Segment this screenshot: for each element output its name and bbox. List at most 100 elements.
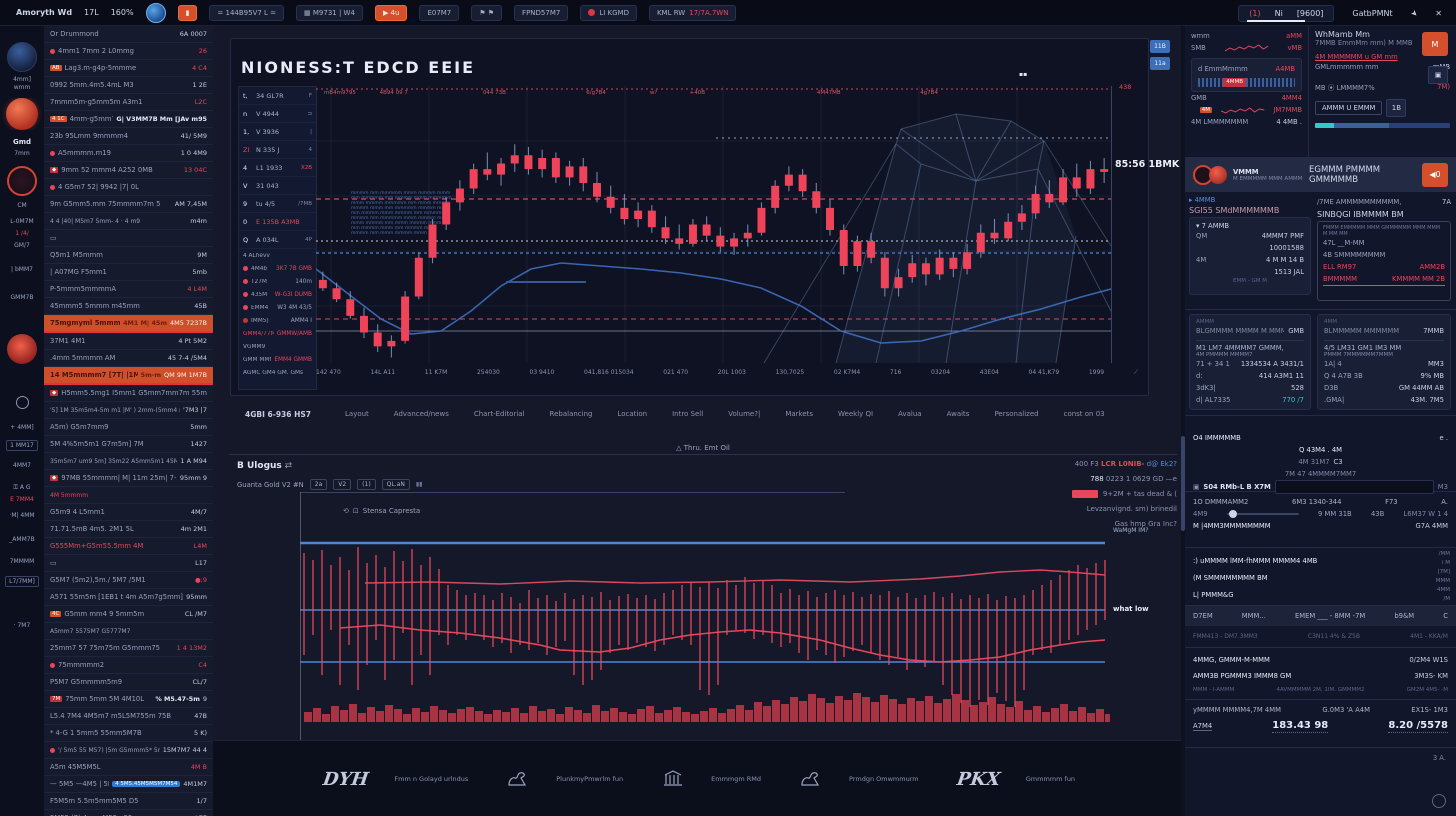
tab-10[interactable]: Awaits [947, 410, 970, 418]
expand-button[interactable]: 1B [1386, 99, 1406, 117]
watchlist-row[interactable]: 14 M5mmmm7 [7T| |1M2|5m-mQM 9M 1M7B [44, 367, 213, 385]
x-axis-label-14[interactable]: 1999 [1089, 369, 1104, 377]
rail-item-13[interactable] [0, 334, 44, 364]
candle-body[interactable] [429, 225, 437, 258]
candle-body[interactable] [936, 258, 944, 275]
candle-body[interactable] [949, 258, 957, 269]
watchlist-row[interactable]: ▭ [44, 230, 213, 247]
topbar-button-6[interactable]: FPND57M7 [514, 5, 568, 21]
watchlist-row[interactable]: 71.71.5mB 4m5. 2M1 5L4m 2M1 [44, 521, 213, 538]
watchlist-row[interactable]: 45mmm5 5mmm m45mm45B [44, 298, 213, 315]
candle-body[interactable] [908, 263, 916, 277]
watchlist-row[interactable]: ◆9mm 52 mmm4 A252 0MB13 04C [44, 162, 213, 179]
watchlist-row[interactable]: 4 1C4mm-g5mm7mm /7|G| V3MM7B Mm [JAv m95 [44, 111, 213, 128]
candle-body[interactable] [1032, 194, 1040, 213]
candle-body[interactable] [566, 166, 574, 177]
watchlist-row[interactable]: Or Drummond6A 0007 [44, 26, 213, 43]
topbar-button-1[interactable]: = 144B95V7 L = [209, 5, 284, 21]
chart-tool-row-5[interactable]: V31 043 [239, 177, 316, 195]
striped-progress-bar[interactable]: 4MMB [1198, 78, 1295, 87]
watchlist-row[interactable]: 37M1 4M14 Pt 5M2 [44, 333, 213, 350]
candle-body[interactable] [840, 230, 848, 266]
candle-body[interactable] [922, 263, 930, 274]
candle-body[interactable] [1004, 222, 1012, 239]
watchlist-row[interactable]: ◆97MB 55mmmm| M| 11m 25m| 7-5M95mm 9 [44, 470, 213, 487]
tab-9[interactable]: Avalua [898, 410, 921, 418]
watchlist-row[interactable]: P5M7 G5mmmm5m9CL/7 [44, 674, 213, 691]
x-axis-label-9[interactable]: 02 K7M4 [834, 369, 860, 377]
chart-tool-row-1[interactable]: nV 4944⊐ [239, 105, 316, 123]
watchlist-row[interactable]: — 5M5 —4M5 | 5M544 5M5.45M5M5M7M544M1M7 [44, 776, 213, 793]
watchlist-row[interactable]: 7M75mm 5mm 5M 4M10L% M5.47-5m9 [44, 691, 213, 708]
x-axis-label-2[interactable]: 11 K7M [425, 369, 447, 377]
chart-tool-row-2[interactable]: 1,V 3936| [239, 123, 316, 141]
candle-body[interactable] [826, 208, 834, 230]
bottom-toolbar-chip-1[interactable]: V2 [333, 479, 351, 490]
tab-11[interactable]: Personalized [994, 410, 1038, 418]
tab-2[interactable]: Chart-Editorial [474, 410, 525, 418]
candle-body[interactable] [990, 233, 998, 239]
chart-tool-row-4[interactable]: 4L1 1933X2B [239, 159, 316, 177]
chart-corner-badge-1[interactable]: 11B [1150, 40, 1170, 53]
x-axis-label-15[interactable]: ⟋ [1134, 369, 1138, 377]
tab-0[interactable]: Layout [345, 410, 369, 418]
candle-body[interactable] [757, 208, 765, 233]
tab-7[interactable]: Markets [785, 410, 813, 418]
bottom-chart-legend[interactable]: ⟲⊡Stensa Capresta [343, 507, 420, 515]
price-axis[interactable] [1111, 86, 1148, 363]
watchlist-row[interactable]: A5mmmm.m191 0 4M9 [44, 145, 213, 162]
x-axis-label-5[interactable]: 041,816 015034 [584, 369, 634, 377]
watchlist-row[interactable]: '5] 1M 35m5m4-5m m1 |M' ) 2mm-(5mm4 m]'7… [44, 402, 213, 419]
bottom-toolbar-chip-3[interactable]: QL.aN [382, 479, 410, 490]
candle-body[interactable] [799, 175, 807, 192]
topbar-tab-1[interactable]: Ni [1275, 9, 1283, 18]
watchlist-row[interactable]: 5M55 (7) 4mm M55m55L77 [44, 810, 213, 816]
rp-highlight-row[interactable]: VMMMM EMMMMM MMM AMMM MM 7MMEGMMM PMMMM … [1185, 158, 1456, 192]
x-axis-label-0[interactable]: 142 470 [316, 369, 341, 377]
topbar-button-4[interactable]: E07M7 [419, 5, 459, 21]
x-axis-label-10[interactable]: 716 [890, 369, 901, 377]
candle-body[interactable] [785, 175, 793, 186]
watchlist-row[interactable]: .4mm 5mmmm AM45 7-4 /5M4 [44, 350, 213, 367]
candle-body[interactable] [346, 299, 354, 316]
main-chart-svg[interactable] [316, 86, 1111, 363]
candle-body[interactable] [470, 169, 478, 188]
candle-body[interactable] [730, 238, 738, 246]
bottom-toolbar-chip-2[interactable]: (1) [357, 479, 376, 490]
watchlist-row[interactable]: 25mm7 57 75m75m G5mmm751 4 13M2 [44, 640, 213, 657]
candle-body[interactable] [483, 169, 491, 175]
watchlist-row[interactable]: 4 G5m7 52| 9942 |7| 0L [44, 179, 213, 196]
candle-body[interactable] [497, 164, 505, 175]
watchlist-row[interactable]: | A07MG F5mm15mb [44, 264, 213, 281]
close-icon[interactable]: ✕ [1435, 9, 1442, 18]
tab-5[interactable]: Intro Sell [672, 410, 703, 418]
candle-body[interactable] [511, 155, 519, 163]
swap-icon[interactable]: ⇄ [282, 461, 292, 471]
candle-body[interactable] [1018, 213, 1026, 221]
candle-body[interactable] [524, 155, 532, 169]
watchlist-row[interactable]: '/ 5m5 55 M57) |5m G5mmm5* 5m 75M15M7M7 … [44, 742, 213, 759]
segmented-progress-bar[interactable] [1315, 123, 1450, 128]
candle-body[interactable] [689, 225, 697, 244]
candle-body[interactable] [1100, 169, 1108, 172]
candle-body[interactable] [607, 197, 615, 208]
rail-item-14[interactable] [0, 396, 44, 409]
cursor-icon[interactable]: ➤ [1408, 7, 1419, 18]
watchlist-row[interactable]: A5m) G5m7mm95mm [44, 419, 213, 436]
candle-body[interactable] [853, 241, 861, 266]
x-axis-label-13[interactable]: 04 41,K79 [1029, 369, 1060, 377]
candle-body[interactable] [1086, 169, 1094, 188]
x-axis-label-12[interactable]: 43E04 [980, 369, 999, 377]
candle-body[interactable] [333, 288, 341, 299]
o-inner-card[interactable]: FMMM EMMMMM MMM GMMMMMM MMM MMM M MM MM4… [1317, 221, 1451, 301]
candle-body[interactable] [812, 191, 820, 208]
watchlist-row[interactable]: A5mm7 5575M7 G5777M7 [44, 623, 213, 640]
candle-body[interactable] [319, 280, 327, 288]
watchlist-row[interactable]: F5M5m 5.5m5mm5M5 D51/7 [44, 793, 213, 810]
candle-body[interactable] [387, 341, 395, 347]
watchlist-row[interactable]: 4 4 |40| M5m7 5mm- 4 · 4 m9m4m [44, 213, 213, 230]
watchlist-row[interactable]: ABLag3.m-g4p-5mmme4 C4 [44, 60, 213, 77]
topbar-button-7[interactable]: LI KGMD [580, 5, 637, 21]
tab-6[interactable]: Volume?| [728, 410, 760, 418]
topbar-button-3[interactable]: ▶ 4u [375, 5, 408, 21]
